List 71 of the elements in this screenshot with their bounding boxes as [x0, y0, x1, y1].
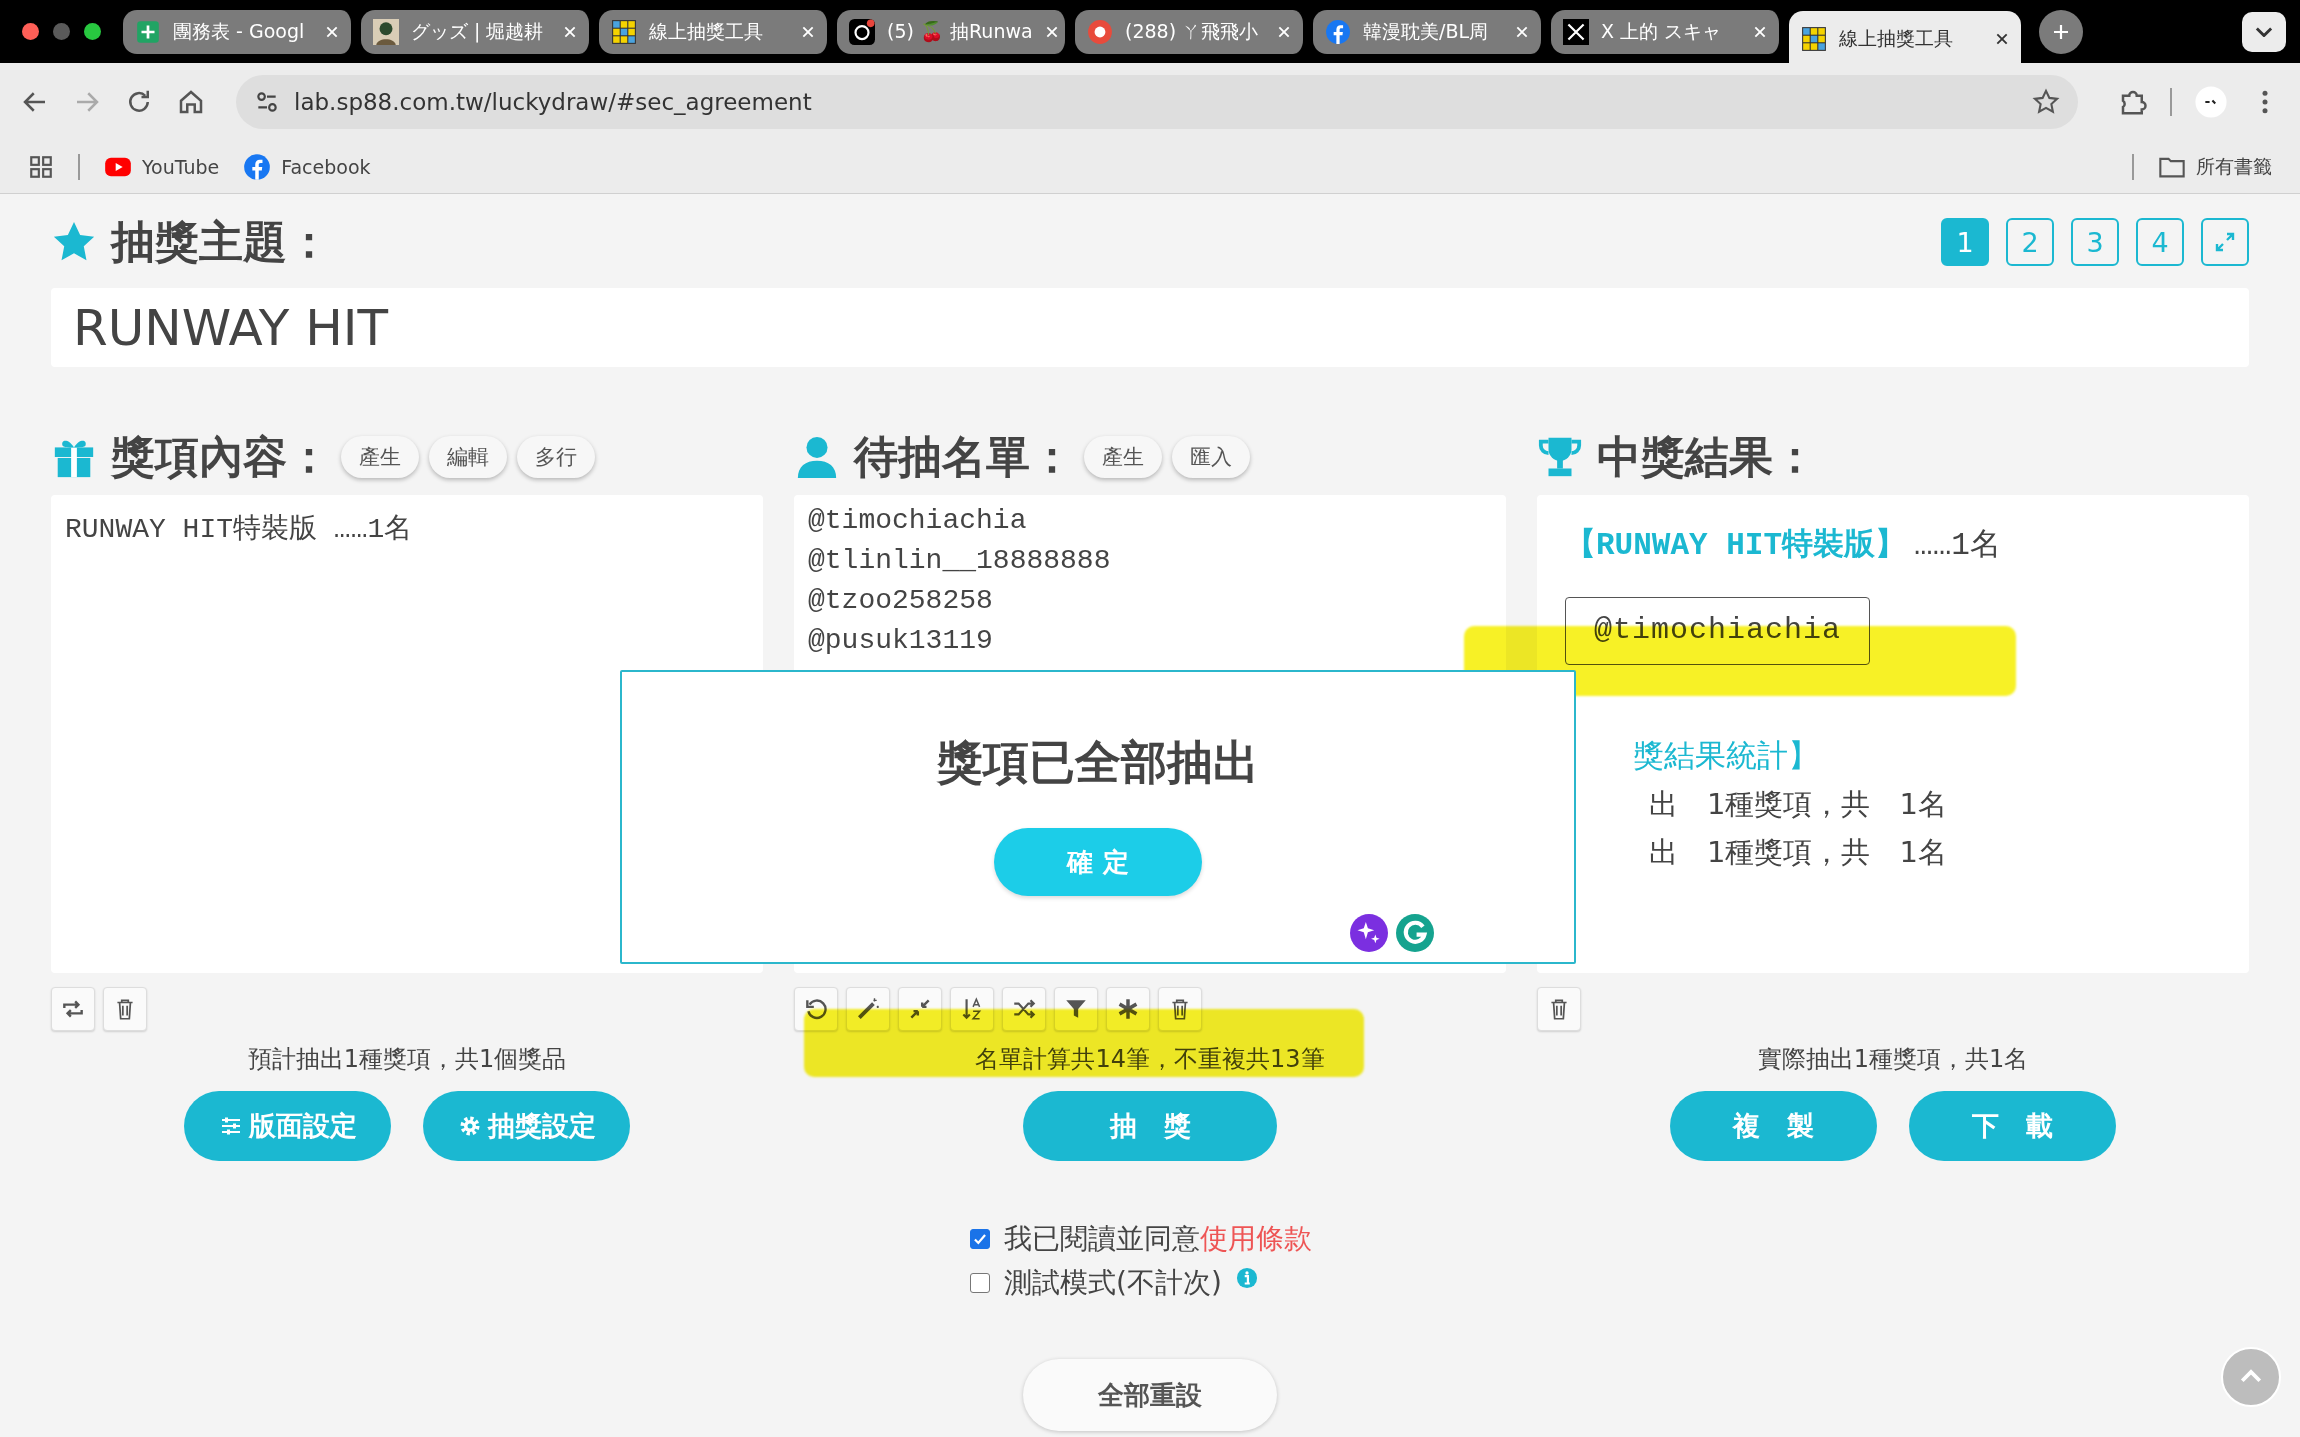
checkbox[interactable]	[970, 1229, 990, 1249]
settings-button[interactable]: 抽獎設定	[423, 1091, 630, 1161]
grid-icon	[611, 18, 637, 45]
tab-title: 線上抽獎工具	[1839, 25, 1954, 51]
summary-text: 預計抽出1種獎項，共1個獎品	[246, 1044, 568, 1075]
facebook-icon	[243, 152, 272, 181]
trash-button[interactable]	[1537, 987, 1581, 1031]
stats-line: 出 1種獎項，共 1名	[1649, 834, 1948, 871]
star-icon[interactable]	[2032, 87, 2060, 116]
caret-icon	[2255, 26, 2273, 37]
checkbox-label: 測試模式(不計次)	[1004, 1265, 1222, 1301]
bookmark-item[interactable]: YouTube	[104, 152, 220, 181]
summary-text: 名單計算共14筆，不重複共13筆	[974, 1044, 1326, 1075]
chip-button[interactable]: 產生	[1084, 436, 1162, 478]
chip-button[interactable]: 匯入	[1172, 436, 1250, 478]
topic-field[interactable]: RUNWAY HIT	[51, 288, 2249, 367]
tab-title: 線上抽獎工具	[649, 18, 764, 44]
address-bar[interactable]: lab.sp88.com.tw/luckydraw/#sec_agreement	[236, 74, 2078, 129]
trash-button[interactable]	[103, 987, 147, 1031]
chip-button[interactable]: 產生	[341, 436, 419, 478]
minimize-window-button[interactable]	[53, 23, 70, 40]
threads-icon	[849, 18, 875, 45]
grammar-check-icon[interactable]	[1396, 914, 1434, 952]
prize-name: 【RUNWAY HIT特裝版】	[1565, 526, 1907, 565]
bookmark-item[interactable]: Facebook	[243, 152, 371, 181]
stats-title: 獎結果統計】	[1633, 736, 1820, 775]
stats-line: 出 1種獎項，共 1名	[1649, 786, 1948, 823]
section-title: 獎項內容：	[111, 429, 331, 484]
tab-list-button[interactable]	[2242, 11, 2286, 52]
tab-title: グッズ | 堀越耕	[411, 18, 545, 45]
tab-title: 韓漫耽美/BL周	[1363, 18, 1490, 44]
round-icon	[1087, 18, 1113, 45]
page-button[interactable]: 3	[2071, 218, 2119, 266]
settings-button[interactable]: 版面設定	[184, 1091, 391, 1161]
draw-button[interactable]: 抽 獎	[1023, 1091, 1277, 1161]
close-window-button[interactable]	[22, 23, 39, 40]
tab-title: (5) 🍒 抽Runwa	[887, 18, 1033, 45]
all-bookmarks-item[interactable]: 所有書籤	[2158, 152, 2272, 181]
section-title: 抽獎主題：	[111, 214, 331, 269]
expand-icon	[2213, 230, 2237, 254]
avatar-icon	[373, 18, 399, 45]
page-button[interactable]: 4	[2136, 218, 2184, 266]
grid-icon	[1801, 25, 1827, 52]
prize-count: ……1名	[1914, 527, 2001, 565]
section-title: 中獎結果：	[1597, 429, 1817, 484]
tab-title: 團務表 - Googl	[173, 18, 306, 44]
summary-text: 實際抽出1種獎項，共1名	[1756, 1044, 2030, 1075]
spreadsheet-icon	[135, 18, 161, 45]
checkbox[interactable]	[970, 1273, 990, 1293]
close-icon[interactable]	[1995, 31, 2009, 46]
zoom-window-button[interactable]	[84, 23, 101, 40]
checkbox-label: 我已閱讀並同意	[1004, 1221, 1200, 1257]
dialog-message: 獎項已全部抽出	[937, 734, 1259, 791]
new-tab-button[interactable]	[2039, 9, 2083, 54]
tab-title: (288) ㄚ飛飛小	[1125, 18, 1260, 44]
chip-button[interactable]: 多行	[517, 436, 595, 478]
chip-button[interactable]: 編輯	[429, 436, 507, 478]
x-logo-icon	[1563, 18, 1589, 45]
terms-link[interactable]: 使用條款	[1200, 1220, 1312, 1258]
repeat-button[interactable]	[51, 987, 95, 1031]
section-title: 待抽名單：	[854, 429, 1074, 484]
sparkle-icon[interactable]	[1350, 914, 1388, 952]
action-button[interactable]: 複 製	[1670, 1091, 1877, 1161]
facebook-icon	[1325, 18, 1351, 45]
tab-title: X 上的 スキャ	[1601, 18, 1723, 44]
reset-button[interactable]: 全部重設	[1023, 1359, 1277, 1431]
page-button[interactable]: 1	[1941, 218, 1989, 266]
page-button[interactable]: 2	[2006, 218, 2054, 266]
action-button[interactable]: 下 載	[1909, 1091, 2116, 1161]
url-text: lab.sp88.com.tw/luckydraw/#sec_agreement	[294, 88, 813, 115]
apps-grid-icon[interactable]	[28, 153, 54, 180]
